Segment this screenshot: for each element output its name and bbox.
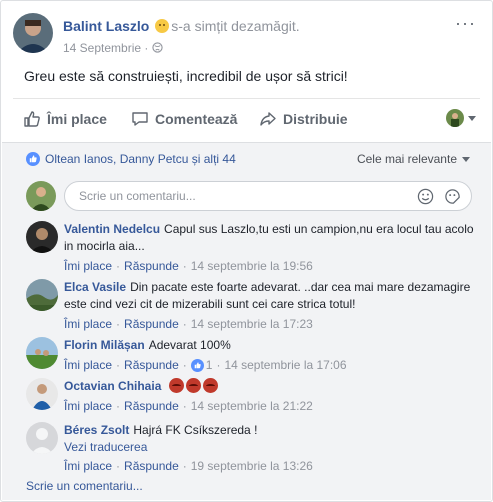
comment-meta: Îmi place · Răspunde · 19 septembrie la … <box>64 458 482 475</box>
separator-dot: · <box>116 259 121 273</box>
author-avatar[interactable] <box>13 13 53 53</box>
comment-meta: Îmi place · Răspunde · 1 · 14 septembrie… <box>64 357 482 374</box>
post-date[interactable]: 14 Septembrie <box>63 41 141 55</box>
comment-reply-link[interactable]: Răspunde <box>124 398 179 415</box>
comment-reply-link[interactable]: Răspunde <box>124 458 179 475</box>
post-date-line: 14 Septembrie · <box>63 41 163 55</box>
comment-meta: Îmi place · Răspunde · 14 septembrie la … <box>64 316 482 333</box>
comment-like-link[interactable]: Îmi place <box>64 398 112 415</box>
emoji-icon[interactable] <box>417 188 434 205</box>
thumbs-up-icon <box>24 111 40 127</box>
comment-text: Hajrá FK Csíkszereda ! <box>133 423 258 437</box>
angry-devil-emoji-icon <box>168 378 184 393</box>
commenter-avatar[interactable] <box>26 279 58 311</box>
comment-item: Béres Zsolt Hajrá FK Csíkszereda ! Vezi t… <box>26 422 482 474</box>
date-separator: · <box>144 41 149 55</box>
like-reaction-icon <box>26 152 40 166</box>
comment-timestamp[interactable]: 14 septembrie la 17:23 <box>191 316 313 333</box>
comment-meta: Îmi place · Răspunde · 14 septembrie la … <box>64 258 482 275</box>
commenter-avatar[interactable] <box>26 221 58 253</box>
separator-dot: · <box>182 317 187 331</box>
comment-input-placeholder: Scrie un comentariu... <box>79 189 196 203</box>
post-options-icon[interactable]: ··· <box>455 13 476 34</box>
comment-item: Elca Vasile Din pacate este foarte adevar… <box>26 279 482 331</box>
comment-like-link[interactable]: Îmi place <box>64 458 112 475</box>
comment-button[interactable]: Comentează <box>131 108 237 130</box>
likes-summary[interactable]: Oltean Ianos, Danny Petcu și alți 44 <box>26 152 236 166</box>
comment-sort-dropdown[interactable]: Cele mai relevante <box>357 152 470 166</box>
like-label: Îmi place <box>47 111 107 127</box>
sticker-icon[interactable] <box>444 188 461 205</box>
comment-timestamp[interactable]: 14 septembrie la 17:06 <box>224 357 346 374</box>
separator-dot: · <box>116 358 121 372</box>
share-arrow-icon <box>260 112 276 126</box>
separator-dot: · <box>182 459 187 473</box>
share-label: Distribuie <box>283 111 348 127</box>
comment-item: Florin Milășan Adevarat 100% Îmi place · … <box>26 337 482 374</box>
comment-item: Octavian Chihaia Îmi place · Răspunde · … <box>26 378 482 414</box>
separator-dot: · <box>182 259 187 273</box>
comment-text: Adevarat 100% <box>148 338 231 352</box>
comment-sort-label: Cele mai relevante <box>356 152 457 166</box>
share-button[interactable]: Distribuie <box>259 108 348 130</box>
comment-like-link[interactable]: Îmi place <box>64 316 112 333</box>
post-text: Greu este să construiești, incredibil de… <box>24 68 348 84</box>
comment-label: Comentează <box>155 111 238 127</box>
angry-devil-emoji-icon <box>185 378 201 393</box>
comment-bubble-icon <box>132 112 148 126</box>
write-comment-link[interactable]: Scrie un comentariu... <box>26 479 143 493</box>
post-as-selector[interactable] <box>446 109 476 127</box>
commenter-avatar[interactable] <box>26 378 58 410</box>
comment-meta: Îmi place · Răspunde · 14 septembrie la … <box>64 398 482 415</box>
comment-input[interactable]: Scrie un comentariu... <box>64 181 472 211</box>
commenter-name[interactable]: Octavian Chihaia <box>64 379 161 393</box>
commenter-name[interactable]: Béres Zsolt <box>64 423 129 437</box>
author-name[interactable]: Balint Laszlo <box>63 18 149 34</box>
comment-timestamp[interactable]: 14 septembrie la 21:22 <box>191 398 313 415</box>
disappointed-face-icon <box>155 19 170 33</box>
comment-like-link[interactable]: Îmi place <box>64 357 112 374</box>
see-translation-link[interactable]: Vezi traducerea <box>64 439 482 456</box>
separator-dot: · <box>182 358 187 372</box>
separator-dot: · <box>216 358 221 372</box>
separator-dot: · <box>116 399 121 413</box>
comment-reply-link[interactable]: Răspunde <box>124 316 179 333</box>
current-user-avatar <box>26 181 56 211</box>
chevron-down-icon <box>468 115 476 121</box>
likes-summary-text: Oltean Ianos, Danny Petcu și alți 44 <box>45 152 236 166</box>
author-line: Balint Laszlo s-a simțit dezamăgit. <box>63 18 300 34</box>
like-reaction-icon <box>190 359 204 372</box>
chevron-down-icon <box>462 156 470 162</box>
comment-reply-link[interactable]: Răspunde <box>124 357 179 374</box>
commenter-avatar[interactable] <box>26 422 58 454</box>
commenter-name[interactable]: Elca Vasile <box>64 280 126 294</box>
comment-reaction-count: 1 <box>205 358 213 372</box>
comment-timestamp[interactable]: 19 septembrie la 13:26 <box>191 458 313 475</box>
commenter-name[interactable]: Valentin Nedelcu <box>64 222 160 236</box>
commenter-name[interactable]: Florin Milășan <box>64 338 145 352</box>
globe-icon <box>152 42 163 53</box>
comment-reply-link[interactable]: Răspunde <box>124 258 179 275</box>
comment-item: Valentin Nedelcu Capul sus Laszlo,tu esti… <box>26 221 482 273</box>
like-button[interactable]: Îmi place <box>23 108 107 130</box>
angry-devil-emoji-icon <box>202 378 218 393</box>
divider <box>13 98 480 99</box>
comment-reaction-badge[interactable]: 1 <box>190 357 213 374</box>
page-avatar <box>446 109 464 127</box>
comment-timestamp[interactable]: 14 septembrie la 19:56 <box>191 258 313 275</box>
separator-dot: · <box>182 399 187 413</box>
post-card: Balint Laszlo s-a simțit dezamăgit. 14 S… <box>0 0 493 502</box>
comment-like-link[interactable]: Îmi place <box>64 258 112 275</box>
commenter-avatar[interactable] <box>26 337 58 369</box>
feeling-text: s-a simțit dezamăgit. <box>171 18 300 34</box>
separator-dot: · <box>116 317 121 331</box>
separator-dot: · <box>116 459 121 473</box>
